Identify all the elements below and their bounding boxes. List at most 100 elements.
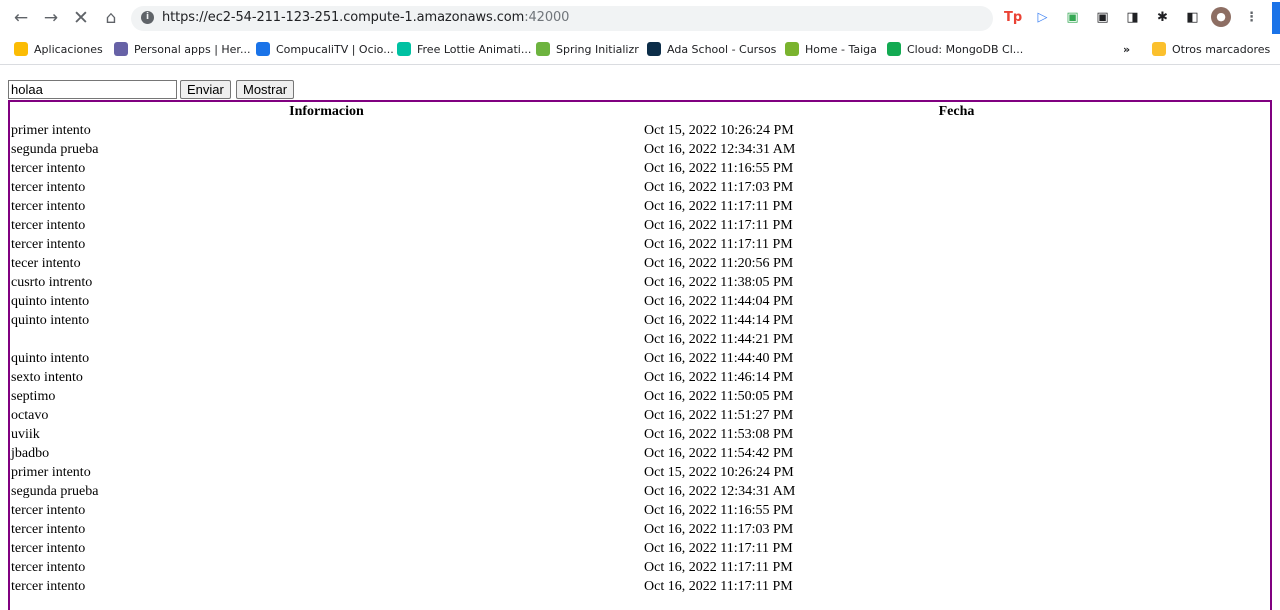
cell-fecha: Oct 16, 2022 11:38:05 PM (644, 274, 794, 290)
table-header-row: Informacion Fecha (10, 102, 1270, 121)
header-informacion: Informacion (289, 103, 364, 119)
url-text: https://ec2-54-211-123-251.compute-1.ama… (162, 10, 569, 25)
site-info-icon[interactable]: i (141, 11, 154, 24)
table-row: tercer intento Oct 16, 2022 11:17:11 PM (10, 577, 1270, 596)
window-extension-icon[interactable]: ▣ (1094, 9, 1111, 26)
bookmark-item[interactable]: Cloud: MongoDB Cl... (887, 41, 1023, 59)
bookmark-item[interactable]: Spring Initializr (536, 41, 639, 59)
stop-loading-icon[interactable]: ✕ (70, 7, 92, 29)
bookmark-item[interactable]: CompucaliTV | Ocio... (256, 41, 394, 59)
home-icon[interactable]: ⌂ (100, 7, 122, 29)
table-row: tercer intento Oct 16, 2022 11:17:11 PM (10, 216, 1270, 235)
table-row: segunda prueba Oct 16, 2022 12:34:31 AM (10, 482, 1270, 501)
side-panel-icon[interactable]: ◧ (1184, 9, 1201, 26)
cell-fecha: Oct 16, 2022 11:44:04 PM (644, 293, 794, 309)
cell-fecha: Oct 16, 2022 11:17:11 PM (644, 559, 793, 575)
cell-informacion: quinto intento (11, 293, 90, 309)
cell-informacion: tercer intento (11, 502, 86, 518)
bookmark-label: Cloud: MongoDB Cl... (907, 43, 1024, 56)
table-row: tercer intento Oct 16, 2022 11:16:55 PM (10, 159, 1270, 178)
cell-informacion: tercer intento (11, 160, 86, 176)
data-table-container: Informacion Fecha primer intento Oct 15, … (8, 100, 1272, 610)
cell-fecha: Oct 16, 2022 11:54:42 PM (644, 445, 794, 461)
tv-icon (256, 42, 270, 56)
cell-fecha: Oct 16, 2022 11:16:55 PM (644, 502, 794, 518)
table-row: tercer intento Oct 16, 2022 11:17:11 PM (10, 539, 1270, 558)
tp-extension-icon[interactable]: Tp (1004, 9, 1022, 26)
back-arrow-icon[interactable]: ← (10, 7, 32, 29)
cell-informacion: tercer intento (11, 236, 86, 252)
bookmark-label: Spring Initializr (556, 43, 639, 56)
table-row: primer intento Oct 15, 2022 10:26:24 PM (10, 121, 1270, 140)
bookmark-item[interactable]: Aplicaciones (14, 41, 103, 59)
other-bookmarks-label: Otros marcadores (1172, 43, 1271, 56)
bookmark-item[interactable]: Ada School - Cursos (647, 41, 776, 59)
mongodb-icon (887, 42, 901, 56)
message-input[interactable] (8, 80, 177, 99)
address-bar[interactable]: i https://ec2-54-211-123-251.compute-1.a… (131, 6, 993, 31)
cell-fecha: Oct 16, 2022 11:20:56 PM (644, 255, 794, 271)
bookmark-item[interactable]: Free Lottie Animati... (397, 41, 531, 59)
table-row: tecer intento Oct 16, 2022 11:20:56 PM (10, 254, 1270, 273)
screen-extension-icon[interactable]: ▣ (1064, 9, 1081, 26)
bookmark-item[interactable]: Home - Taiga (785, 41, 877, 59)
forward-arrow-icon[interactable]: → (40, 7, 62, 29)
bookmark-label: Free Lottie Animati... (417, 43, 532, 56)
table-row: tercer intento Oct 16, 2022 11:17:11 PM (10, 197, 1270, 216)
more-bookmarks-chevron-icon[interactable]: » (1123, 41, 1130, 59)
table-row: quinto intento Oct 16, 2022 11:44:04 PM (10, 292, 1270, 311)
cell-informacion: primer intento (11, 122, 91, 138)
table-row: tercer intento Oct 16, 2022 11:17:03 PM (10, 178, 1270, 197)
other-bookmarks[interactable]: Otros marcadores (1152, 41, 1270, 59)
table-row: uviik Oct 16, 2022 11:53:08 PM (10, 425, 1270, 444)
puzzle-extensions-icon[interactable]: ✱ (1154, 9, 1171, 26)
url-main: https://ec2-54-211-123-251.compute-1.ama… (162, 10, 525, 25)
cell-fecha: Oct 16, 2022 11:17:11 PM (644, 198, 793, 214)
menu-kebab-icon[interactable]: ⋮ (1243, 9, 1260, 26)
data-table: Informacion Fecha primer intento Oct 15, … (10, 102, 1270, 596)
show-button[interactable]: Mostrar (236, 80, 295, 99)
cell-informacion: quinto intento (11, 312, 90, 328)
browser-toolbar: ← → ✕ ⌂ i https://ec2-54-211-123-251.com… (0, 0, 1280, 36)
cell-informacion: uviik (11, 426, 40, 442)
cell-informacion: sexto intento (11, 369, 83, 385)
cell-fecha: Oct 16, 2022 11:17:11 PM (644, 217, 793, 233)
tab-extension-icon[interactable]: ◨ (1124, 9, 1141, 26)
table-row: tercer intento Oct 16, 2022 11:16:55 PM (10, 501, 1270, 520)
bookmark-label: Ada School - Cursos (667, 43, 777, 56)
cell-informacion: cusrto intrento (11, 274, 93, 290)
spring-icon (536, 42, 550, 56)
cell-fecha: Oct 16, 2022 11:51:27 PM (644, 407, 794, 423)
cell-informacion: tercer intento (11, 198, 86, 214)
cell-informacion: jbadbo (11, 445, 50, 461)
table-row: segunda prueba Oct 16, 2022 12:34:31 AM (10, 140, 1270, 159)
lottie-icon (397, 42, 411, 56)
cell-informacion (10, 330, 643, 349)
heroku-icon (114, 42, 128, 56)
cursor-extension-icon[interactable]: ▷ (1034, 9, 1051, 26)
table-row: septimo Oct 16, 2022 11:50:05 PM (10, 387, 1270, 406)
cell-fecha: Oct 16, 2022 12:34:31 AM (644, 141, 796, 157)
cell-informacion: tercer intento (11, 540, 86, 556)
cell-informacion: octavo (11, 407, 49, 423)
table-row: cusrto intrento Oct 16, 2022 11:38:05 PM (10, 273, 1270, 292)
cell-fecha: Oct 16, 2022 11:53:08 PM (644, 426, 794, 442)
cell-informacion: tercer intento (11, 217, 86, 233)
bookmark-label: CompucaliTV | Ocio... (276, 43, 394, 56)
send-button[interactable]: Enviar (180, 80, 231, 99)
table-row: tercer intento Oct 16, 2022 11:17:11 PM (10, 558, 1270, 577)
cell-informacion: segunda prueba (11, 483, 99, 499)
cell-fecha: Oct 15, 2022 10:26:24 PM (644, 464, 794, 480)
table-row: quinto intento Oct 16, 2022 11:44:40 PM (10, 349, 1270, 368)
profile-avatar-icon[interactable]: ● (1211, 7, 1231, 27)
bookmark-item[interactable]: Personal apps | Her... (114, 41, 250, 59)
cell-fecha: Oct 16, 2022 11:44:40 PM (644, 350, 794, 366)
table-row: tercer intento Oct 16, 2022 11:17:11 PM (10, 235, 1270, 254)
cell-informacion: primer intento (11, 464, 91, 480)
cell-informacion: tercer intento (11, 578, 86, 594)
table-row: Oct 16, 2022 11:44:21 PM (10, 330, 1270, 349)
cell-fecha: Oct 16, 2022 11:17:11 PM (644, 540, 793, 556)
cell-fecha: Oct 16, 2022 11:44:21 PM (644, 331, 794, 347)
table-row: primer intento Oct 15, 2022 10:26:24 PM (10, 463, 1270, 482)
cell-fecha: Oct 16, 2022 11:17:03 PM (644, 179, 794, 195)
